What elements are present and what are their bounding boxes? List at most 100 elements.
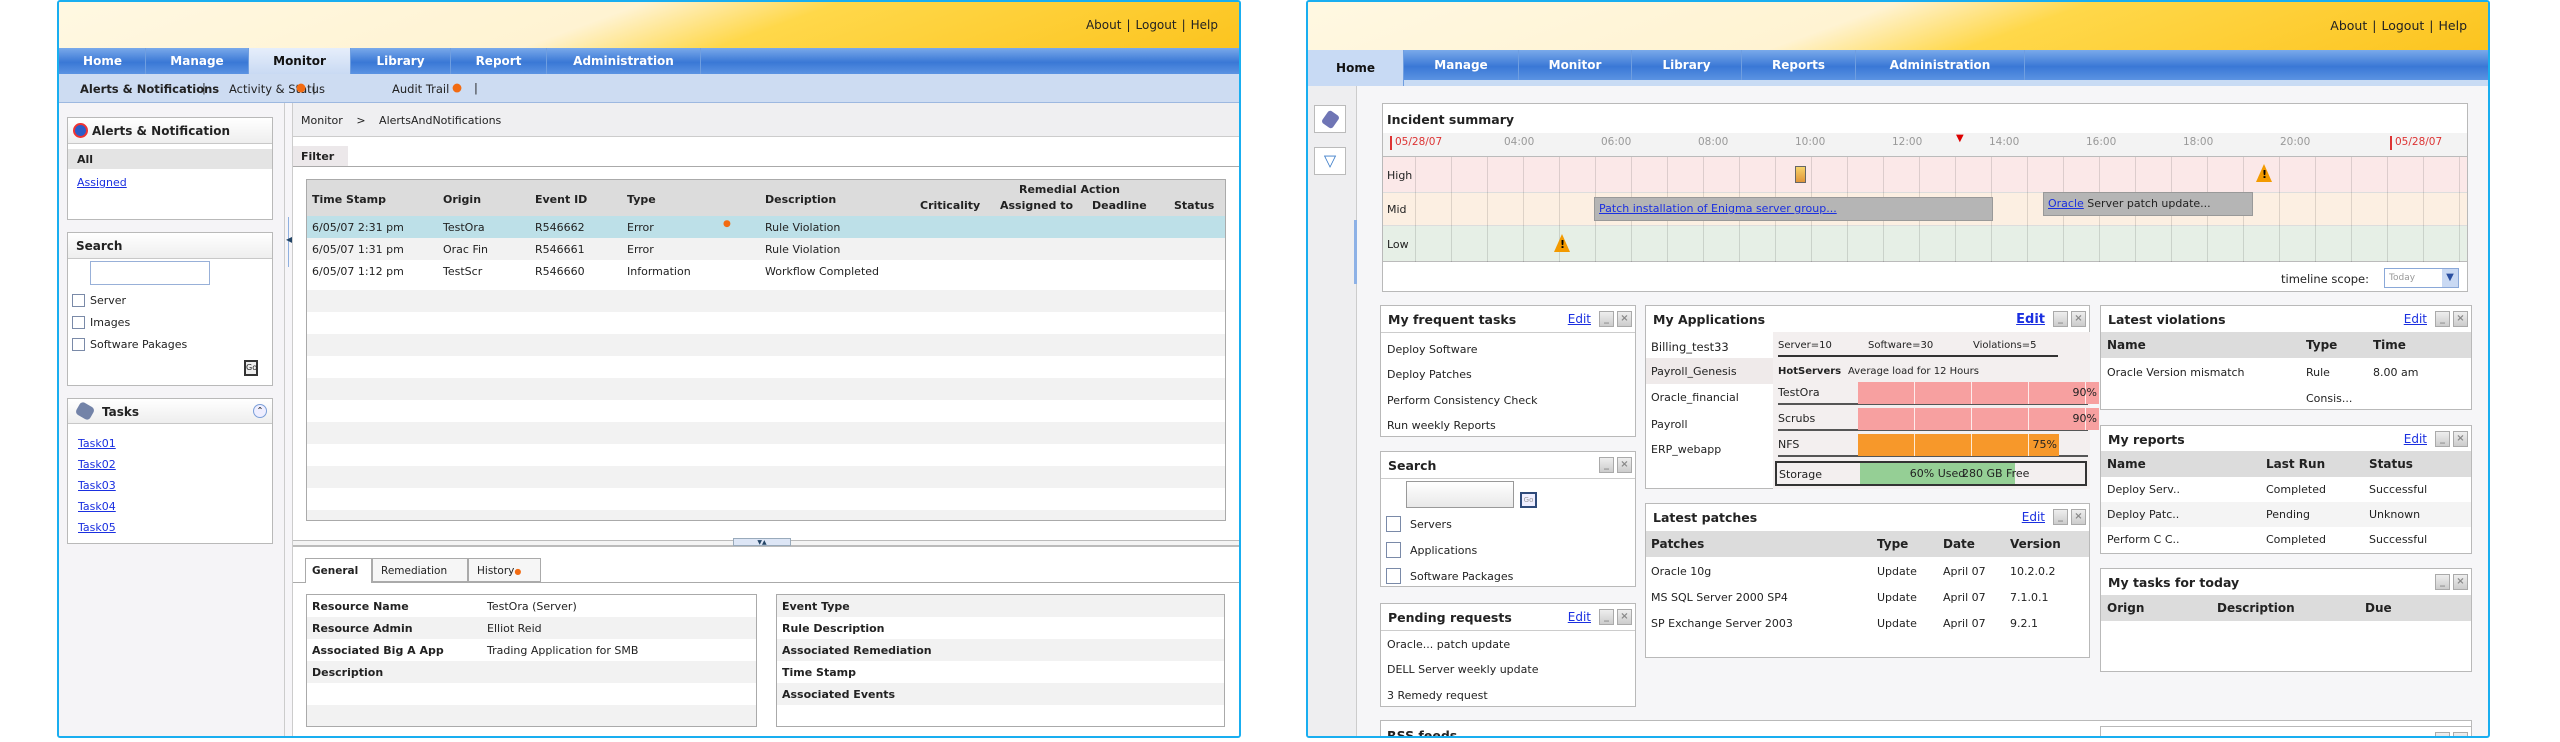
- tools-icon[interactable]: [1314, 105, 1346, 133]
- col-status[interactable]: Status: [1174, 199, 1214, 212]
- close-icon[interactable]: ×: [2071, 311, 2086, 327]
- request-item[interactable]: 3 Remedy request: [1387, 689, 1488, 702]
- server-checkbox[interactable]: [72, 294, 85, 307]
- table-row[interactable]: 6/05/07 1:31 pm Orac Fin R546661 Error R…: [307, 238, 1225, 260]
- minimize-icon[interactable]: _: [1599, 609, 1614, 625]
- go-button[interactable]: Go: [1520, 492, 1537, 508]
- minimize-icon[interactable]: _: [2435, 732, 2450, 736]
- filter-assigned[interactable]: Assigned: [77, 176, 127, 189]
- search-input[interactable]: [90, 261, 210, 285]
- tab-home[interactable]: Home: [1308, 50, 1404, 86]
- task-link[interactable]: Task04: [78, 500, 116, 513]
- task-item[interactable]: Deploy Patches: [1387, 368, 1472, 381]
- edit-link[interactable]: Edit: [2404, 312, 2427, 326]
- edit-link[interactable]: Edit: [2404, 432, 2427, 446]
- logout-link[interactable]: Logout: [2381, 18, 2424, 33]
- filter-all[interactable]: All: [68, 149, 272, 169]
- minimize-icon[interactable]: _: [2053, 509, 2068, 525]
- col-version[interactable]: Version: [2010, 537, 2061, 551]
- app-item[interactable]: Oracle_financial: [1651, 391, 1739, 404]
- task-link[interactable]: Task02: [78, 458, 116, 471]
- tab-monitor[interactable]: Monitor: [249, 48, 351, 74]
- splitter-handle[interactable]: ▼▲: [733, 538, 791, 546]
- tab-general[interactable]: General: [305, 558, 372, 583]
- logout-link[interactable]: Logout: [1136, 18, 1177, 32]
- images-checkbox[interactable]: [72, 316, 85, 329]
- app-item[interactable]: Payroll: [1651, 418, 1688, 431]
- close-icon[interactable]: ×: [2453, 311, 2468, 327]
- minimize-icon[interactable]: _: [2435, 311, 2450, 327]
- col-name[interactable]: Name: [2107, 457, 2146, 471]
- table-row[interactable]: 6/05/07 2:31 pm TestOra R546662 Error ● …: [307, 216, 1225, 238]
- request-item[interactable]: Oracle... patch update: [1387, 638, 1510, 651]
- minimize-icon[interactable]: _: [1599, 311, 1614, 327]
- tab-home[interactable]: Home: [60, 48, 146, 74]
- applications-checkbox[interactable]: [1386, 542, 1401, 558]
- filter-tab[interactable]: Filter: [293, 146, 348, 166]
- subnav-alerts[interactable]: Alerts & Notifications: [80, 82, 219, 96]
- close-icon[interactable]: ×: [1617, 457, 1632, 473]
- servers-checkbox[interactable]: [1386, 516, 1401, 532]
- close-icon[interactable]: ×: [1617, 609, 1632, 625]
- breadcrumb-monitor[interactable]: Monitor: [301, 114, 343, 127]
- app-item[interactable]: Billing_test33: [1651, 340, 1729, 354]
- col-status[interactable]: Status: [2369, 457, 2413, 471]
- minimize-icon[interactable]: _: [1599, 457, 1614, 473]
- col-description[interactable]: Description: [765, 193, 836, 206]
- task-link[interactable]: Task03: [78, 479, 116, 492]
- mid-event-bar[interactable]: Oracle Server patch update...: [2043, 192, 2253, 216]
- col-origin[interactable]: Orign: [2107, 601, 2144, 615]
- close-icon[interactable]: ×: [2071, 509, 2086, 525]
- close-icon[interactable]: ×: [2453, 431, 2468, 447]
- tab-manage[interactable]: Manage: [1404, 50, 1519, 80]
- edit-link[interactable]: Edit: [1568, 312, 1591, 326]
- software-packages-checkbox[interactable]: [72, 338, 85, 351]
- tab-reports[interactable]: Reports: [1742, 50, 1856, 80]
- col-type[interactable]: Type: [2306, 338, 2337, 352]
- task-item[interactable]: Perform Consistency Check: [1387, 394, 1538, 407]
- col-time-stamp[interactable]: Time Stamp: [312, 193, 386, 206]
- tab-history[interactable]: History●: [468, 558, 541, 582]
- col-assigned-to[interactable]: Assigned to: [1000, 199, 1073, 212]
- col-due[interactable]: Due: [2365, 601, 2392, 615]
- patch-name[interactable]: MS SQL Server 2000 SP4: [1651, 591, 1788, 604]
- minimize-icon[interactable]: _: [2053, 311, 2068, 327]
- task-item[interactable]: Deploy Software: [1387, 343, 1478, 356]
- mid-event-bar[interactable]: Patch installation of Enigma server grou…: [1594, 197, 1993, 221]
- task-link[interactable]: Task05: [78, 521, 116, 534]
- minimize-icon[interactable]: _: [2435, 431, 2450, 447]
- col-type[interactable]: Type: [1877, 537, 1908, 551]
- expand-handle[interactable]: [1354, 220, 1357, 284]
- mid-event-link[interactable]: Patch installation of Enigma server grou…: [1599, 202, 1837, 215]
- col-deadline[interactable]: Deadline: [1092, 199, 1147, 212]
- request-item[interactable]: DELL Server weekly update: [1387, 663, 1538, 676]
- tab-manage[interactable]: Manage: [146, 48, 249, 74]
- tab-administration[interactable]: Administration: [547, 48, 701, 74]
- collapse-icon[interactable]: ⌃: [253, 404, 267, 418]
- software-packages-checkbox[interactable]: [1386, 568, 1401, 584]
- edit-link[interactable]: Edit: [2022, 510, 2045, 524]
- task-item[interactable]: Run weekly Reports: [1387, 419, 1496, 432]
- tab-library[interactable]: Library: [351, 48, 451, 74]
- edit-link[interactable]: Edit: [2016, 312, 2045, 327]
- help-link[interactable]: Help: [1191, 18, 1218, 32]
- report-row[interactable]: Deploy Patc.. Pending Unknown: [2101, 502, 2471, 527]
- warning-event-icon[interactable]: [2256, 164, 2272, 182]
- col-event-id[interactable]: Event ID: [535, 193, 587, 206]
- tab-library[interactable]: Library: [1632, 50, 1742, 80]
- report-row[interactable]: Perform C C.. Completed Successful: [2101, 527, 2471, 552]
- subnav-activity[interactable]: Activity & Status: [229, 82, 325, 96]
- col-patches[interactable]: Patches: [1651, 537, 1704, 551]
- close-icon[interactable]: ×: [2453, 574, 2468, 590]
- close-icon[interactable]: ×: [1617, 311, 1632, 327]
- tab-monitor[interactable]: Monitor: [1519, 50, 1632, 80]
- violation-name[interactable]: Oracle Version mismatch: [2107, 366, 2245, 379]
- app-item-selected[interactable]: Payroll_Genesis: [1646, 358, 1773, 384]
- help-link[interactable]: Help: [2439, 18, 2468, 33]
- col-last-run[interactable]: Last Run: [2266, 457, 2325, 471]
- patch-name[interactable]: Oracle 10g: [1651, 565, 1711, 578]
- app-item[interactable]: ERP_webapp: [1651, 443, 1721, 456]
- table-row[interactable]: 6/05/07 1:12 pm TestScr R546660 Informat…: [307, 260, 1225, 282]
- col-description[interactable]: Description: [2217, 601, 2295, 615]
- col-criticality[interactable]: Criticality: [920, 199, 980, 212]
